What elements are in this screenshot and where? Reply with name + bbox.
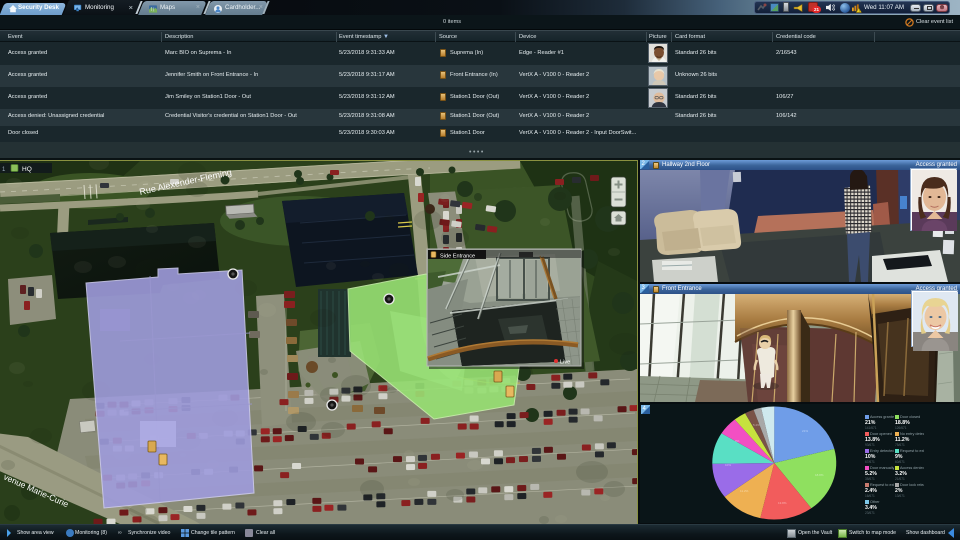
svg-text:13.8%: 13.8% [778,501,787,505]
svg-text:Live: Live [560,360,570,366]
svg-text:HQ: HQ [22,166,32,173]
svg-text:10%: 10% [725,463,731,467]
svg-text:18.8%: 18.8% [815,473,824,477]
svg-text:21%: 21% [802,429,808,433]
svg-text:Side Entrance: Side Entrance [440,254,475,260]
svg-text:11.2%: 11.2% [740,489,749,493]
svg-text:9%: 9% [735,439,740,443]
svg-text:5.2%: 5.2% [753,423,760,427]
